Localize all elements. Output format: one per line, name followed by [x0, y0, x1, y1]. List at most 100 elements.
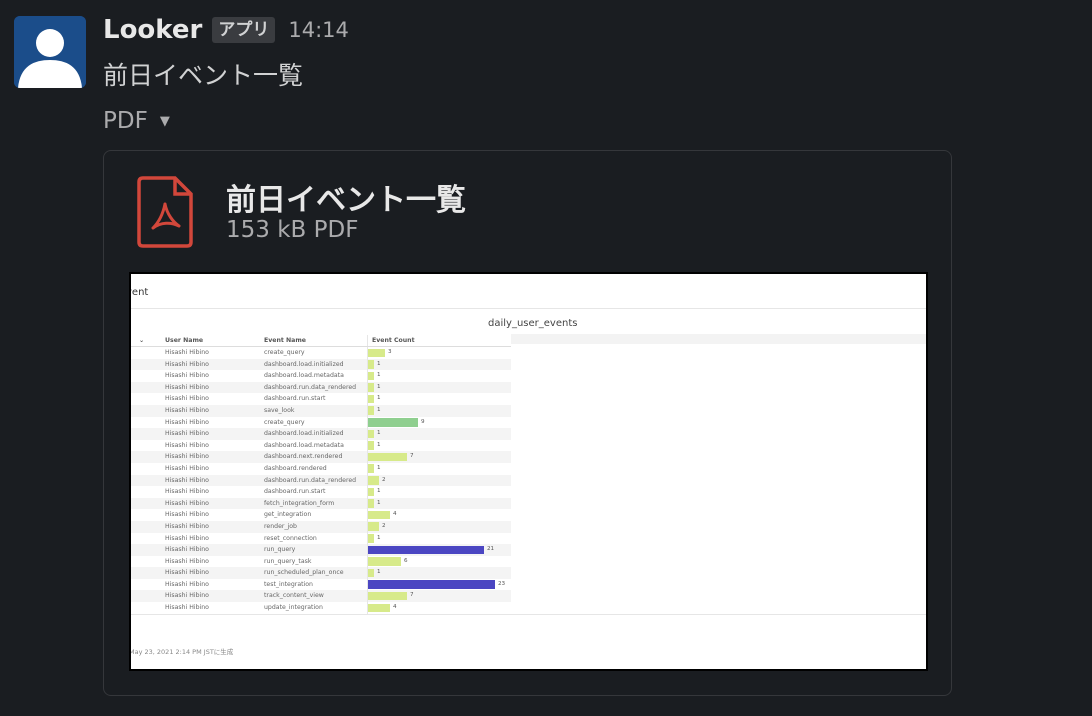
table-row: Hisashi Hibino run_query_task 6 — [131, 555, 512, 568]
attachment-toggle[interactable]: PDF ▼ — [103, 108, 170, 134]
cell-event-count: 6 — [367, 555, 512, 568]
count-value: 1 — [377, 488, 381, 495]
cell-event-count: 1 — [367, 370, 512, 382]
count-value: 1 — [377, 441, 381, 448]
count-value: 1 — [377, 372, 381, 379]
count-value: 1 — [377, 569, 381, 576]
avatar[interactable] — [14, 16, 86, 88]
table-row: Hisashi Hibino fetch_integration_form 1 — [131, 497, 512, 510]
count-value: 4 — [393, 604, 397, 611]
count-value: 7 — [410, 592, 414, 599]
cell-event-name: update_integration — [264, 604, 323, 612]
count-value: 1 — [377, 406, 381, 413]
cell-event-name: dashboard.run.start — [264, 488, 326, 496]
cell-user-name: Hisashi Hibino — [165, 418, 209, 426]
count-bar — [368, 476, 379, 485]
cell-event-name: dashboard.rendered — [264, 464, 327, 472]
file-card[interactable]: 前日イベント一覧 153 kB PDF vent daily_user_even… — [103, 150, 952, 696]
table-row: Hisashi Hibino dashboard.run.data_rendere… — [131, 381, 512, 394]
count-bar — [368, 591, 407, 601]
count-value: 21 — [487, 546, 495, 553]
sort-chevron-icon: ⌄ — [139, 337, 145, 344]
timestamp[interactable]: 14:14 — [288, 18, 349, 42]
table-row: Hisashi Hibino update_integration 4 — [131, 602, 511, 614]
count-value: 1 — [377, 430, 381, 437]
cell-event-name: dashboard.load.initialized — [264, 360, 344, 368]
pdf-preview[interactable]: vent daily_user_events ⌄ User Name Event… — [129, 272, 928, 671]
cell-user-name: Hisashi Hibino — [165, 453, 209, 461]
cell-event-count: 9 — [367, 416, 512, 429]
cell-user-name: Hisashi Hibino — [165, 499, 209, 507]
attachment-type-label: PDF — [103, 108, 148, 134]
count-bar — [368, 394, 374, 404]
count-bar — [368, 429, 374, 439]
col-header-user: User Name — [165, 337, 204, 344]
count-value: 1 — [377, 464, 381, 471]
cell-event-name: fetch_integration_form — [264, 499, 335, 507]
cell-user-name: Hisashi Hibino — [165, 406, 209, 414]
preview-chart-title: daily_user_events — [488, 318, 578, 329]
table-row: Hisashi Hibino get_integration 4 — [131, 509, 511, 521]
cell-event-count: 1 — [367, 358, 512, 371]
count-value: 6 — [404, 557, 408, 564]
cell-event-count: 1 — [367, 486, 512, 498]
count-bar — [368, 452, 407, 462]
message-text: 前日イベント一覧 — [103, 61, 304, 90]
count-bar — [368, 464, 374, 473]
count-value: 2 — [382, 522, 386, 529]
count-bar — [368, 499, 374, 508]
count-bar — [368, 441, 374, 450]
cell-event-count: 7 — [367, 590, 512, 603]
preview-table: ⌄ User Name Event Name Event Count Hisas… — [131, 335, 511, 614]
cell-event-count: 2 — [367, 474, 512, 487]
preview-footer: May 23, 2021 2:14 PM JSTに生成 — [129, 648, 234, 656]
cell-event-count: 21 — [367, 544, 512, 556]
count-value: 7 — [410, 453, 414, 460]
cell-user-name: Hisashi Hibino — [165, 383, 209, 391]
count-value: 23 — [498, 580, 506, 587]
cell-user-name: Hisashi Hibino — [165, 522, 209, 530]
cell-user-name: Hisashi Hibino — [165, 349, 209, 356]
table-header-row: ⌄ User Name Event Name Event Count — [131, 335, 511, 347]
count-bar — [368, 487, 374, 497]
cell-user-name: Hisashi Hibino — [165, 569, 209, 577]
table-row: Hisashi Hibino dashboard.run.data_rendere… — [131, 474, 512, 487]
count-bar — [368, 360, 374, 369]
cell-event-name: save_look — [264, 406, 295, 414]
cell-event-name: create_query — [264, 349, 305, 356]
count-bar — [368, 418, 418, 427]
cell-user-name: Hisashi Hibino — [165, 557, 209, 565]
count-value: 2 — [382, 476, 386, 483]
table-row: Hisashi Hibino save_look 1 — [131, 404, 511, 417]
cell-event-name: dashboard.load.initialized — [264, 430, 344, 438]
cell-event-count: 1 — [367, 497, 512, 510]
cell-event-name: dashboard.next.rendered — [264, 453, 343, 461]
cell-event-count: 1 — [367, 381, 512, 394]
count-bar — [368, 406, 374, 415]
cell-user-name: Hisashi Hibino — [165, 441, 209, 449]
count-value: 1 — [377, 360, 381, 367]
preview-empty-area — [511, 334, 926, 344]
preview-header-text: vent — [131, 287, 149, 298]
count-value: 1 — [377, 395, 381, 402]
table-row: Hisashi Hibino create_query 9 — [131, 416, 512, 429]
cell-event-count: 1 — [367, 428, 512, 440]
cell-event-name: run_query — [264, 546, 296, 554]
cell-event-name: dashboard.run.data_rendered — [264, 476, 357, 484]
count-bar — [368, 348, 385, 357]
col-header-event: Event Name — [264, 337, 306, 344]
file-meta: 153 kB PDF — [226, 217, 359, 243]
cell-event-name: run_scheduled_plan_once — [264, 569, 344, 577]
file-title[interactable]: 前日イベント一覧 — [226, 175, 466, 219]
table-row: Hisashi Hibino dashboard.run.start 1 — [131, 393, 511, 405]
sender-name[interactable]: Looker — [103, 15, 202, 45]
table-row: Hisashi Hibino render_job 2 — [131, 520, 511, 533]
count-bar — [368, 522, 379, 531]
table-row: Hisashi Hibino create_query 3 — [131, 347, 511, 359]
table-row: Hisashi Hibino test_integration 23 — [131, 578, 511, 591]
cell-user-name: Hisashi Hibino — [165, 430, 209, 438]
cell-user-name: Hisashi Hibino — [165, 488, 209, 496]
cell-event-name: create_query — [264, 418, 305, 426]
cell-event-count: 1 — [367, 462, 512, 475]
cell-event-name: get_integration — [264, 511, 312, 519]
